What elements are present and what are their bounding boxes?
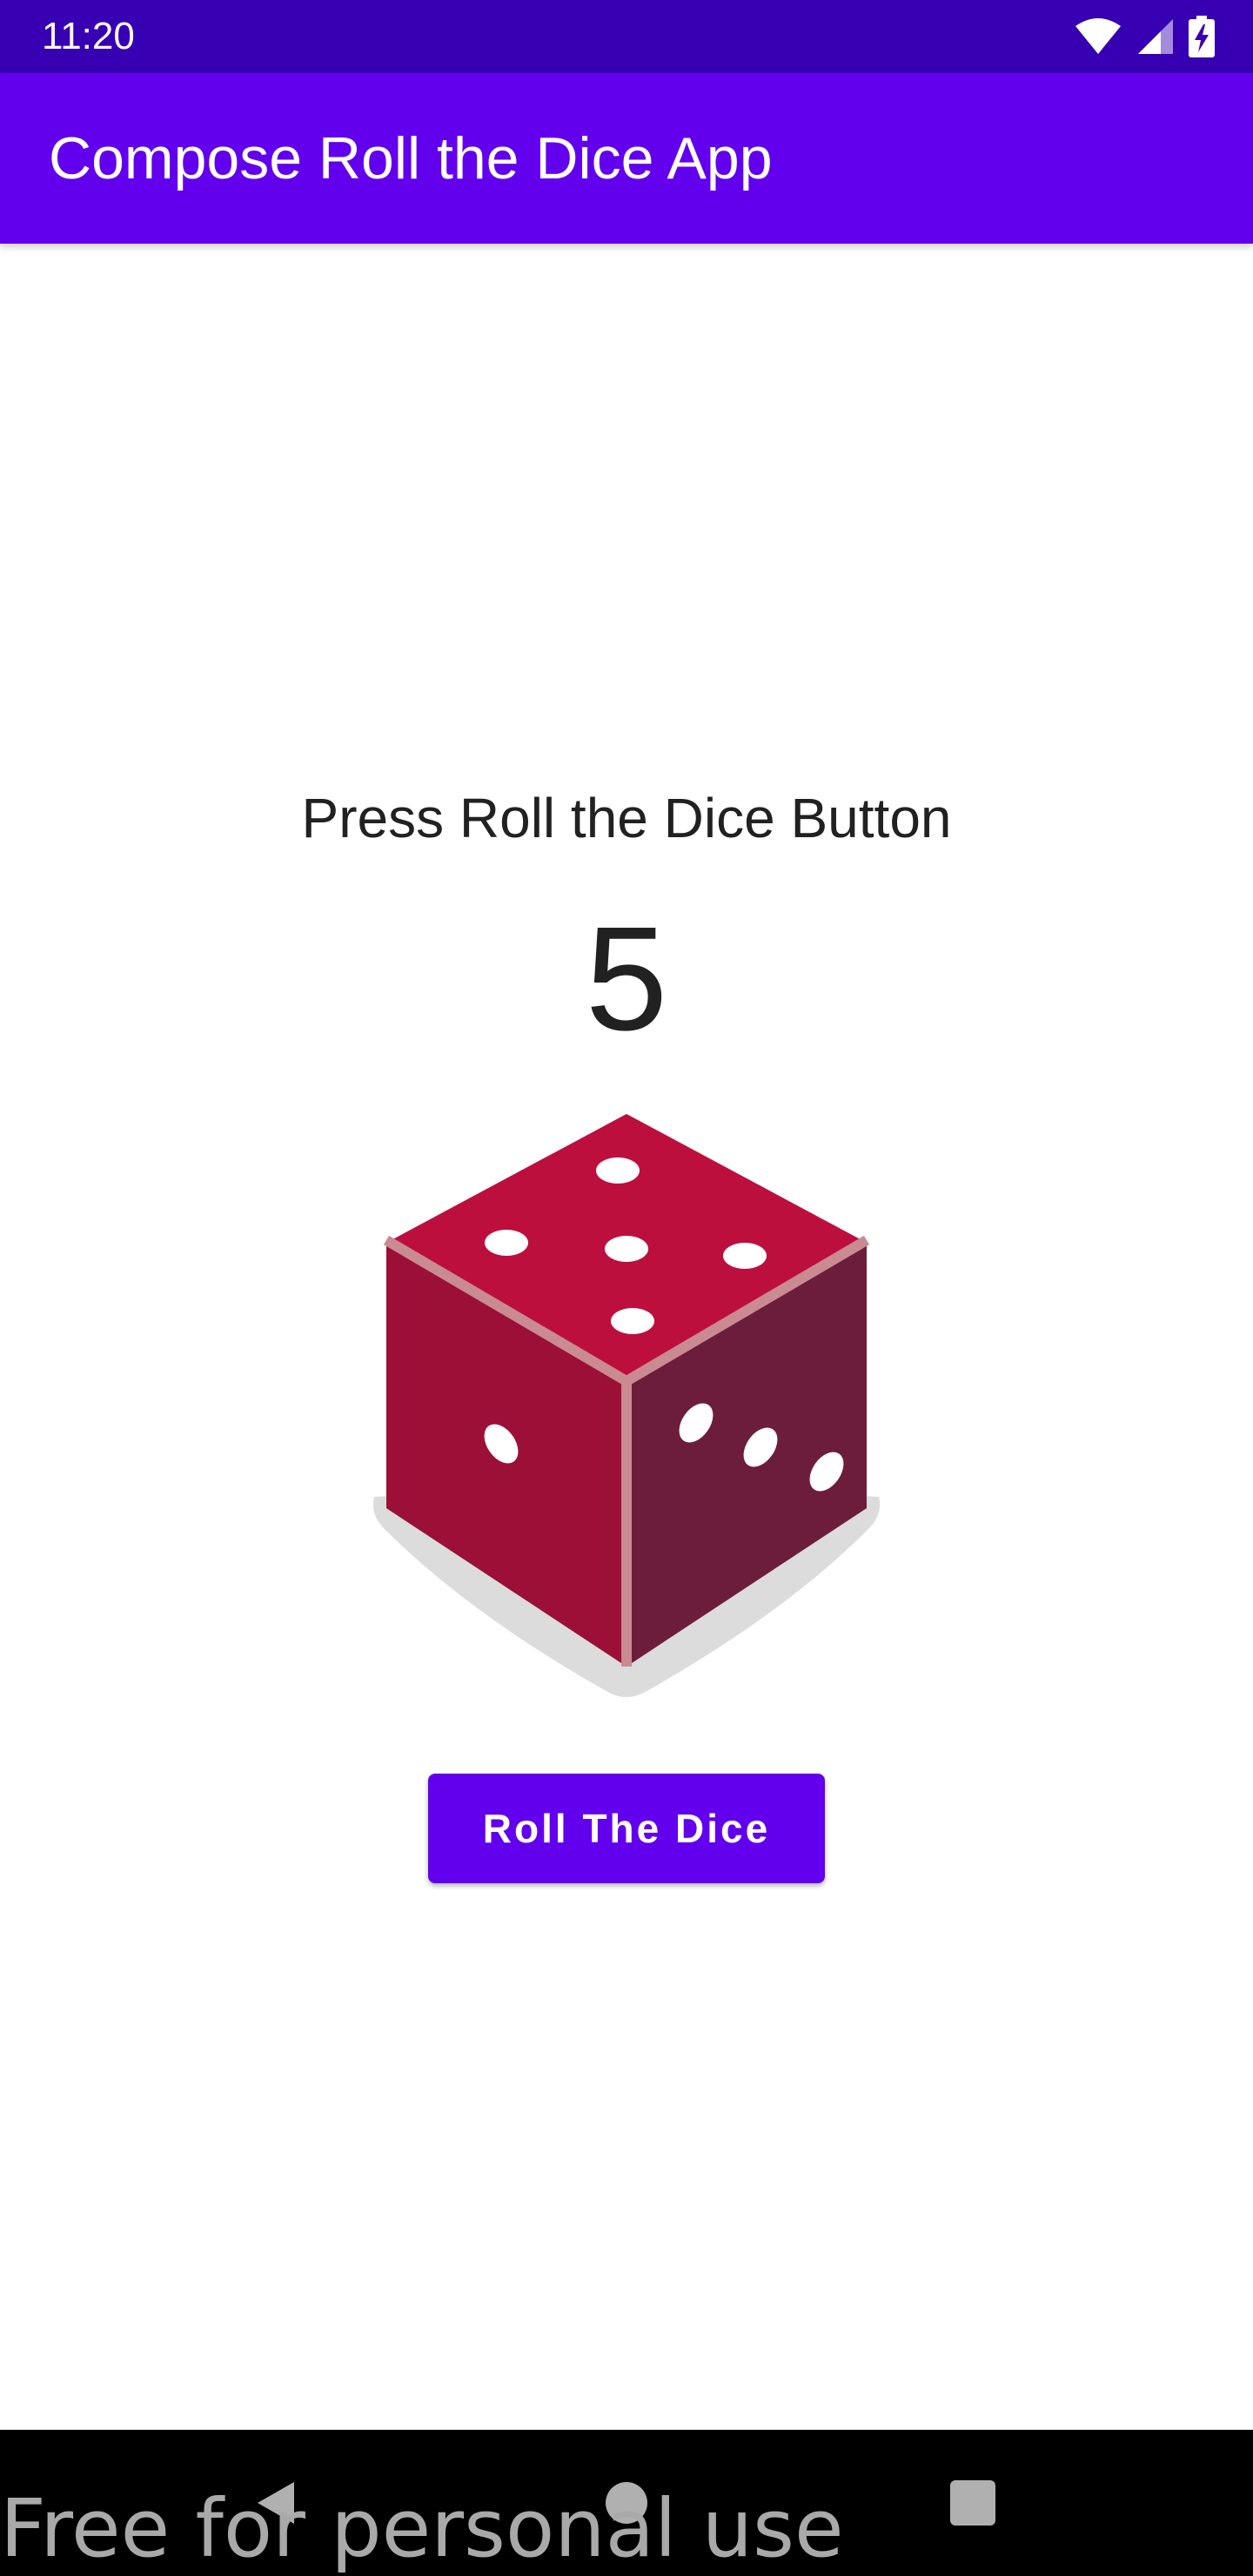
dice-icon bbox=[372, 1114, 881, 1697]
recents-icon bbox=[950, 2480, 995, 2526]
top-app-bar: Compose Roll the Dice App bbox=[0, 73, 1253, 244]
wifi-icon bbox=[1075, 18, 1121, 54]
status-bar: 11:20 bbox=[0, 0, 1253, 73]
status-time: 11:20 bbox=[42, 15, 135, 57]
roll-the-dice-button[interactable]: Roll The Dice bbox=[428, 1774, 825, 1883]
cellular-signal-icon bbox=[1138, 19, 1173, 54]
app-title: Compose Roll the Dice App bbox=[49, 125, 773, 191]
dice-result-value: 5 bbox=[585, 896, 668, 1062]
instruction-text: Press Roll the Dice Button bbox=[301, 787, 952, 849]
main-content: Press Roll the Dice Button 5 Roll The Di… bbox=[0, 244, 1253, 2430]
status-icons bbox=[1074, 16, 1215, 57]
battery-charging-icon bbox=[1189, 16, 1215, 57]
watermark-text: Free for personal use bbox=[0, 2482, 844, 2575]
nav-recents-button[interactable] bbox=[903, 2430, 1042, 2576]
